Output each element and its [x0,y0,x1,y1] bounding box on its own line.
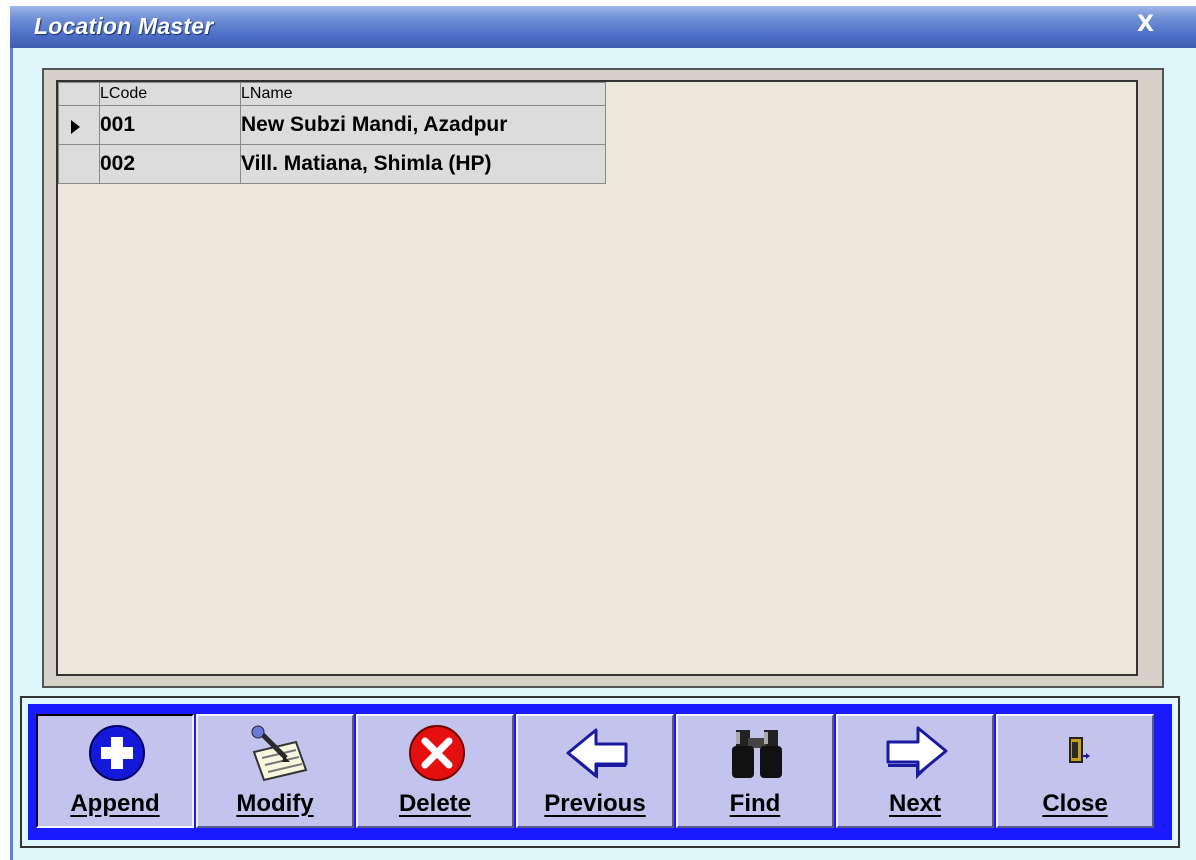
modify-label: Modify [236,790,314,817]
location-master-window: Location Master X LCode LName 001 New Su… [10,6,1196,860]
plus-circle-icon [89,725,145,781]
exit-door-icon [1069,737,1090,763]
row-selector-header[interactable] [58,82,100,106]
find-button[interactable]: Find [676,714,834,828]
cell-lname[interactable]: Vill. Matiana, Shimla (HP) [240,144,606,184]
left-arrow-icon [566,728,628,779]
delete-button[interactable]: Delete [356,714,514,828]
close-button[interactable]: Close [996,714,1154,828]
previous-button[interactable]: Previous [516,714,674,828]
modify-button[interactable]: Modify [196,714,354,828]
table-row[interactable]: 002 Vill. Matiana, Shimla (HP) [58,144,606,184]
binoculars-icon [732,730,782,778]
close-window-icon[interactable]: X [1137,12,1154,37]
next-label: Next [888,790,942,817]
append-button[interactable]: Append [36,714,194,828]
grid-header-row: LCode LName [58,82,606,106]
column-header-lname[interactable]: LName [240,82,606,106]
cell-lcode[interactable]: 001 [99,105,241,145]
delete-label: Delete [398,790,472,817]
toolbar: Append Modify Delete Previous Find Next … [28,704,1172,840]
location-table: LCode LName 001 New Subzi Mandi, Azadpur… [58,82,606,184]
right-arrow-icon [886,726,948,779]
window-left-border [10,48,13,860]
row-selector[interactable] [58,144,100,184]
column-header-lcode[interactable]: LCode [99,82,241,106]
current-row-arrow-icon [71,120,80,134]
row-selector[interactable] [58,105,100,145]
previous-label: Previous [544,790,646,817]
table-row[interactable]: 001 New Subzi Mandi, Azadpur [58,105,606,145]
window-title: Location Master [34,13,214,39]
red-x-circle-icon [409,725,465,781]
cell-lcode[interactable]: 002 [99,144,241,184]
find-label: Find [729,790,781,817]
grid-panel: LCode LName 001 New Subzi Mandi, Azadpur… [42,68,1164,688]
close-label: Close [1042,790,1108,817]
append-label: Append [70,790,160,817]
data-grid[interactable]: LCode LName 001 New Subzi Mandi, Azadpur… [56,80,1138,676]
toolbar-frame: Append Modify Delete Previous Find Next … [20,696,1180,848]
next-button[interactable]: Next [836,714,994,828]
cell-lname[interactable]: New Subzi Mandi, Azadpur [240,105,606,145]
title-bar[interactable]: Location Master X [10,6,1196,48]
pen-notepad-icon [251,725,308,782]
